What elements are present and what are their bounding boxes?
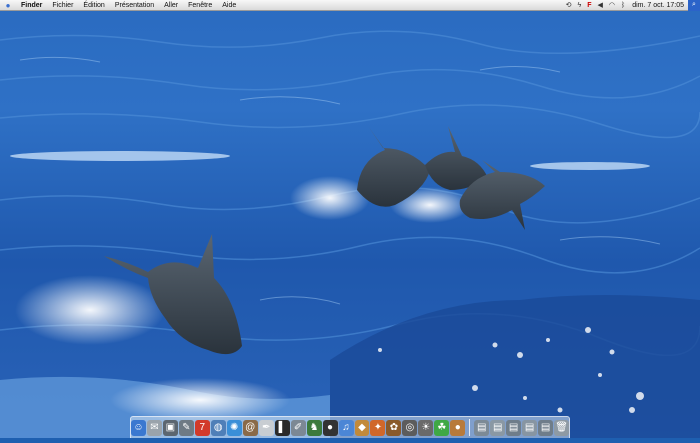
menu-aller[interactable]: Aller [159, 0, 183, 11]
volume-icon[interactable]: ◀ [595, 0, 606, 11]
document-stack-icon-5[interactable]: ▤ [538, 419, 554, 436]
pencil-icon[interactable]: ✎ [178, 419, 194, 436]
finder-icon[interactable]: ☺ [130, 419, 146, 436]
safari-compass-icon[interactable]: ✺ [226, 419, 242, 436]
movie-icon[interactable]: ✦ [370, 419, 386, 436]
itunes-icon[interactable]: ♫ [338, 419, 354, 436]
dvd-player-icon[interactable]: ● [322, 419, 338, 436]
photo-album-icon[interactable]: ◆ [354, 419, 370, 436]
ical-icon[interactable]: 7 [194, 419, 210, 436]
menu-bar-clock[interactable]: dim. 7 oct. 17:05 [628, 0, 688, 11]
dock: ☺ ✉ ▣ ✎ 7 ◍ ✺ @ ✒ ▌ ✐ ♞ ● ♫ ◆ ✦ ✿ ◎ ☀ ☘ ● ▤ ▤ ▤ ▤ ▤ 🗑 [130, 416, 570, 438]
ocean-dolphins-image [0, 0, 700, 438]
menu-finder[interactable]: Finder [16, 0, 47, 11]
photo-booth-icon[interactable]: ◎ [402, 419, 418, 436]
menu-edition[interactable]: Édition [78, 0, 109, 11]
mail-stamp-icon[interactable]: ✉ [146, 419, 162, 436]
desktop-wallpaper [0, 0, 700, 438]
flag-icon[interactable]: F [584, 0, 594, 11]
textedit-icon[interactable]: ✒ [258, 419, 274, 436]
menu-fichier[interactable]: Fichier [47, 0, 78, 11]
power-icon[interactable]: ϟ [575, 0, 585, 11]
spotlight-search-icon[interactable]: ⌕ [688, 0, 700, 11]
pen-tool-icon[interactable]: ✐ [290, 419, 306, 436]
menu-bar: ● Finder Fichier Édition Présentation Al… [0, 0, 700, 11]
chess-icon[interactable]: ♞ [306, 419, 322, 436]
sync-icon[interactable]: ⟲ [563, 0, 575, 11]
preview-icon[interactable]: ▣ [162, 419, 178, 436]
terminal-icon[interactable]: ▌ [274, 419, 290, 436]
document-stack-icon-1[interactable]: ▤ [474, 419, 490, 436]
document-stack-icon-3[interactable]: ▤ [506, 419, 522, 436]
wifi-icon[interactable]: ◠ [606, 0, 618, 11]
menu-fenetre[interactable]: Fenêtre [183, 0, 217, 11]
trash-icon[interactable]: 🗑 [554, 419, 570, 436]
globe-icon[interactable]: ◍ [210, 419, 226, 436]
sun-icon[interactable]: ☀ [418, 419, 434, 436]
apple-icon[interactable]: ● [0, 1, 16, 10]
menu-presentation[interactable]: Présentation [110, 0, 159, 11]
grapher-icon[interactable]: ✿ [386, 419, 402, 436]
menu-aide[interactable]: Aide [217, 0, 241, 11]
document-stack-icon-2[interactable]: ▤ [490, 419, 506, 436]
chat-icon[interactable]: ☘ [434, 419, 450, 436]
bluetooth-icon[interactable]: ᛒ [618, 0, 628, 11]
document-stack-icon-4[interactable]: ▤ [522, 419, 538, 436]
network-utility-icon[interactable]: ● [450, 419, 466, 436]
address-book-icon[interactable]: @ [242, 419, 258, 436]
dock-separator [469, 419, 471, 436]
